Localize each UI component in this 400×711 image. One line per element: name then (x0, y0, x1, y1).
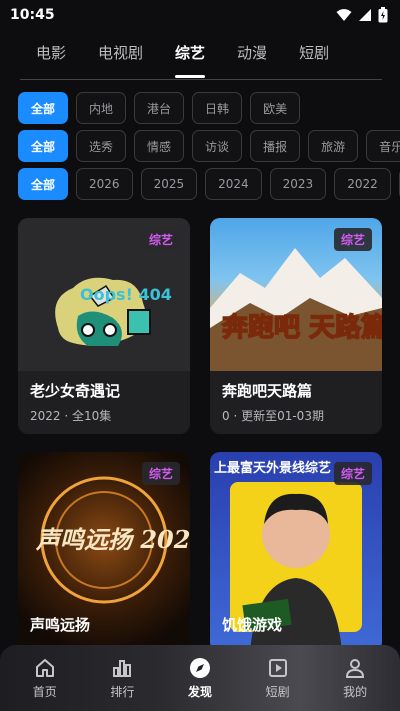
category-badge: 综艺 (333, 462, 372, 485)
play-icon (268, 658, 287, 677)
category-badge: 综艺 (141, 462, 180, 485)
tab-short-drama[interactable]: 短剧 (283, 38, 345, 78)
filter-region-hk-tw[interactable]: 港台 (134, 92, 185, 124)
show-title: 声鸣远扬 (30, 616, 91, 634)
show-meta: 0 · 更新至01-03期 (222, 409, 324, 423)
filter-region-jp-kr[interactable]: 日韩 (192, 92, 243, 124)
show-poster: 奔跑吧 天路篇 综艺 (210, 218, 382, 371)
show-title: 老少女奇遇记 (30, 382, 121, 400)
filter-region-west[interactable]: 欧美 (250, 92, 301, 124)
filter-genre-news[interactable]: 播报 (250, 130, 301, 162)
tab-movie[interactable]: 电影 (20, 38, 82, 78)
tab-anime[interactable]: 动漫 (221, 38, 283, 78)
year-filter-row: 全部 2026 2025 2024 2023 2022 2021 (18, 168, 400, 200)
poster-art-text: 上最富天外景线综艺 (214, 460, 331, 476)
filter-genre-talent[interactable]: 选秀 (76, 130, 127, 162)
nav-discover[interactable]: 发现 (170, 657, 230, 700)
poster-art-text: Oops! 404 (80, 285, 172, 304)
filter-year-2024[interactable]: 2024 (205, 168, 262, 200)
show-card[interactable]: 声鸣远扬 2025 综艺 声鸣远扬 (18, 452, 190, 652)
filter-genre-talk[interactable]: 访谈 (192, 130, 243, 162)
compass-icon (189, 657, 210, 678)
show-title: 饥饿游戏 (222, 616, 283, 634)
nav-profile-label: 我的 (343, 684, 368, 699)
filter-genre-travel[interactable]: 旅游 (308, 130, 359, 162)
nav-home-label: 首页 (32, 684, 57, 699)
status-icons (336, 7, 388, 23)
category-tabs: 电影 电视剧 综艺 动漫 短剧 (20, 38, 382, 80)
show-card[interactable]: 奔跑吧 天路篇 综艺 奔跑吧天路篇 0 · 更新至01-03期 (210, 218, 382, 434)
category-badge: 综艺 (141, 228, 180, 251)
poster-art-text: 声鸣远扬 2025 (35, 525, 190, 554)
nav-profile[interactable]: 我的 (325, 657, 385, 700)
user-icon (346, 658, 365, 678)
filter-genre-all[interactable]: 全部 (18, 130, 69, 162)
nav-discover-label: 发现 (187, 684, 212, 699)
region-filter-row: 全部 内地 港台 日韩 欧美 (18, 92, 301, 124)
filter-genre-music[interactable]: 音乐 (366, 130, 400, 162)
tab-tv-series[interactable]: 电视剧 (82, 38, 159, 78)
signal-icon (359, 9, 371, 21)
show-meta: 2022 · 全10集 (30, 409, 112, 423)
poster-art-text: 奔跑吧 天路篇 (222, 312, 382, 343)
filter-year-2023[interactable]: 2023 (269, 168, 327, 200)
filter-region-all[interactable]: 全部 (18, 92, 69, 124)
status-bar: 10:45 (0, 0, 400, 30)
nav-ranking-label: 排行 (110, 684, 135, 699)
show-poster: Oops! 404 综艺 (18, 218, 190, 371)
nav-short-drama[interactable]: 短剧 (248, 657, 308, 700)
wifi-icon (336, 9, 352, 21)
status-time: 10:45 (10, 7, 55, 23)
filter-year-2022[interactable]: 2022 (334, 168, 391, 200)
home-icon (35, 658, 54, 677)
show-card[interactable]: 上最富天外景线综艺 综艺 饥饿游戏 (210, 452, 382, 652)
genre-filter-row: 全部 选秀 情感 访谈 播报 旅游 音乐 (18, 130, 400, 162)
filter-year-2025[interactable]: 2025 (140, 168, 198, 200)
nav-home[interactable]: 首页 (15, 657, 75, 700)
filter-year-all[interactable]: 全部 (18, 168, 69, 200)
bottom-nav: 首页 排行 发现 短剧 我的 (0, 645, 400, 711)
filter-genre-romance[interactable]: 情感 (134, 130, 185, 162)
nav-short-drama-label: 短剧 (265, 684, 290, 699)
chart-icon (113, 659, 132, 677)
filter-region-mainland[interactable]: 内地 (76, 92, 127, 124)
filter-year-2026[interactable]: 2026 (76, 168, 133, 200)
tab-variety[interactable]: 综艺 (159, 38, 221, 78)
category-badge: 综艺 (333, 228, 372, 251)
nav-ranking[interactable]: 排行 (92, 657, 152, 700)
show-title: 奔跑吧天路篇 (222, 382, 313, 400)
battery-icon (378, 7, 388, 23)
show-card[interactable]: Oops! 404 综艺 老少女奇遇记 2022 · 全10集 (18, 218, 190, 434)
